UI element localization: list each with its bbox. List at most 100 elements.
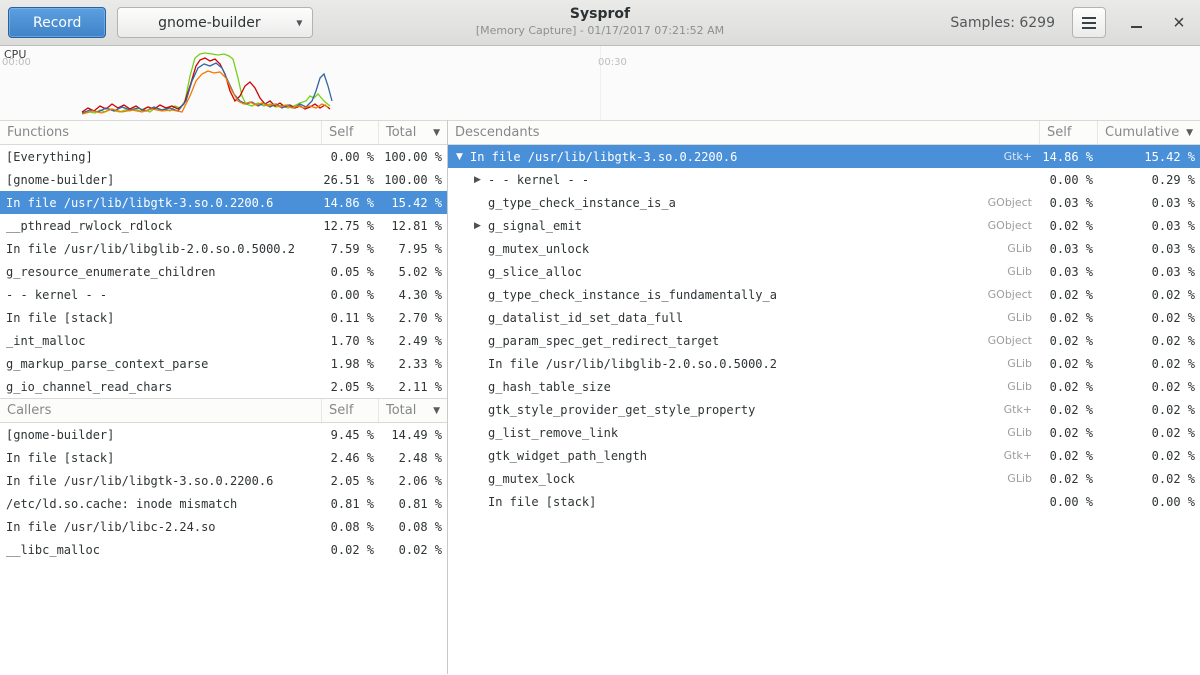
self-value: 0.02 %: [1040, 214, 1098, 237]
table-row[interactable]: In file [stack]0.00 %0.00 %: [448, 490, 1200, 513]
column-header-functions[interactable]: Functions: [0, 121, 322, 144]
table-row[interactable]: g_mutex_unlockGLib0.03 %0.03 %: [448, 237, 1200, 260]
table-row[interactable]: g_markup_parse_context_parse1.98 %2.33 %: [0, 352, 447, 375]
table-row[interactable]: g_mutex_lockGLib0.02 %0.02 %: [448, 467, 1200, 490]
descendant-name-cell: gtk_style_provider_get_style_propertyGtk…: [448, 398, 1040, 421]
self-value: 0.00 %: [322, 283, 379, 306]
self-value: 7.59 %: [322, 237, 379, 260]
self-value: 0.02 %: [322, 538, 379, 561]
column-header-cumulative[interactable]: Cumulative ▼: [1098, 121, 1200, 144]
self-value: 12.75 %: [322, 214, 379, 237]
table-row[interactable]: g_list_remove_linkGLib0.02 %0.02 %: [448, 421, 1200, 444]
descendant-name-cell: g_hash_table_size GLib: [448, 375, 1040, 398]
table-row[interactable]: g_type_check_instance_is_aGObject0.03 %0…: [448, 191, 1200, 214]
header-right-group: Samples: 6299 ×: [950, 7, 1192, 38]
table-row[interactable]: ▼In file /usr/lib/libgtk-3.so.0.2200.6Gt…: [448, 145, 1200, 168]
self-value: 0.05 %: [322, 260, 379, 283]
column-header-cumulative-label: Cumulative: [1105, 125, 1179, 140]
self-value: 26.51 %: [322, 168, 379, 191]
table-row[interactable]: g_slice_allocGLib0.03 %0.03 %: [448, 260, 1200, 283]
self-value: 2.05 %: [322, 375, 379, 398]
function-name: g_datalist_id_set_data_full: [488, 311, 683, 325]
table-row[interactable]: In file /usr/lib/libc-2.24.so0.08 %0.08 …: [0, 515, 447, 538]
total-value: 2.06 %: [379, 469, 447, 492]
table-row[interactable]: - - kernel - -0.00 %4.30 %: [0, 283, 447, 306]
cumulative-value: 0.02 %: [1098, 421, 1200, 444]
table-row[interactable]: g_datalist_id_set_data_fullGLib0.02 %0.0…: [448, 306, 1200, 329]
self-value: 0.00 %: [1040, 490, 1098, 513]
record-button[interactable]: Record: [8, 7, 106, 38]
table-row[interactable]: In file /usr/lib/libglib-2.0.so.0.5000.2…: [0, 237, 447, 260]
total-value: 2.49 %: [379, 329, 447, 352]
table-row[interactable]: __libc_malloc0.02 %0.02 %: [0, 538, 447, 561]
total-value: 0.81 %: [379, 492, 447, 515]
function-name: - - kernel - -: [0, 283, 322, 306]
table-row[interactable]: In file /usr/lib/libglib-2.0.so.0.5000.2…: [448, 352, 1200, 375]
minimize-button[interactable]: [1123, 10, 1149, 36]
cumulative-value: 0.02 %: [1098, 444, 1200, 467]
table-row[interactable]: g_resource_enumerate_children0.05 %5.02 …: [0, 260, 447, 283]
descendant-name-cell: g_type_check_instance_is_aGObject: [448, 191, 1040, 214]
collapse-icon[interactable]: ▼: [456, 152, 470, 162]
descendant-name-cell: g_datalist_id_set_data_fullGLib: [448, 306, 1040, 329]
column-header-total-label: Total: [386, 403, 416, 418]
table-row[interactable]: In file [stack]0.11 %2.70 %: [0, 306, 447, 329]
descendant-name-cell: In file /usr/lib/libglib-2.0.so.0.5000.2…: [448, 352, 1040, 375]
expand-icon[interactable]: ▶: [474, 221, 488, 231]
category-label: Gtk+: [1004, 150, 1040, 163]
cpu-graph[interactable]: CPU 00:00 00:30: [0, 46, 1200, 120]
table-row[interactable]: In file [stack]2.46 %2.48 %: [0, 446, 447, 469]
table-row[interactable]: g_param_spec_get_redirect_targetGObject0…: [448, 329, 1200, 352]
table-row[interactable]: /etc/ld.so.cache: inode mismatch0.81 %0.…: [0, 492, 447, 515]
self-value: 14.86 %: [1040, 145, 1098, 168]
column-header-callers[interactable]: Callers: [0, 399, 322, 422]
table-row[interactable]: g_type_check_instance_is_fundamentally_a…: [448, 283, 1200, 306]
column-header-self[interactable]: Self: [322, 399, 379, 422]
table-row[interactable]: [Everything]0.00 %100.00 %: [0, 145, 447, 168]
descendant-name-cell: g_type_check_instance_is_fundamentally_a…: [448, 283, 1040, 306]
category-label: Gtk+: [1004, 403, 1040, 416]
table-row[interactable]: In file /usr/lib/libgtk-3.so.0.2200.614.…: [0, 191, 447, 214]
category-label: GLib: [1007, 380, 1040, 393]
function-name: g_hash_table_size: [488, 380, 611, 394]
main-panes: Functions Self Total ▼ [Everything]0.00 …: [0, 120, 1200, 674]
table-row[interactable]: gtk_style_provider_get_style_propertyGtk…: [448, 398, 1200, 421]
table-row[interactable]: In file /usr/lib/libgtk-3.so.0.2200.62.0…: [0, 469, 447, 492]
table-row[interactable]: g_io_channel_read_chars2.05 %2.11 %: [0, 375, 447, 398]
function-name: _int_malloc: [0, 329, 322, 352]
self-value: 0.02 %: [1040, 375, 1098, 398]
cumulative-value: 0.03 %: [1098, 214, 1200, 237]
descendant-name-cell: g_list_remove_linkGLib: [448, 421, 1040, 444]
function-name: /etc/ld.so.cache: inode mismatch: [0, 492, 322, 515]
function-name: g_resource_enumerate_children: [0, 260, 322, 283]
column-header-self[interactable]: Self: [322, 121, 379, 144]
table-row[interactable]: _int_malloc1.70 %2.49 %: [0, 329, 447, 352]
column-header-self[interactable]: Self: [1040, 121, 1098, 144]
function-name: In file /usr/lib/libgtk-3.so.0.2200.6: [0, 191, 322, 214]
table-row[interactable]: g_hash_table_sizeGLib0.02 %0.02 %: [448, 375, 1200, 398]
table-row[interactable]: ▶- - kernel - -0.00 %0.29 %: [448, 168, 1200, 191]
column-header-descendants[interactable]: Descendants: [448, 121, 1040, 144]
category-label: GLib: [1007, 426, 1040, 439]
total-value: 2.33 %: [379, 352, 447, 375]
cumulative-value: 0.02 %: [1098, 352, 1200, 375]
self-value: 0.03 %: [1040, 237, 1098, 260]
table-row[interactable]: [gnome-builder]9.45 %14.49 %: [0, 423, 447, 446]
table-row[interactable]: ▶g_signal_emitGObject0.02 %0.03 %: [448, 214, 1200, 237]
expand-icon[interactable]: ▶: [474, 175, 488, 185]
sort-descending-icon: ▼: [433, 128, 440, 138]
menu-button[interactable]: [1072, 7, 1106, 38]
self-value: 0.11 %: [322, 306, 379, 329]
table-row[interactable]: gtk_widget_path_lengthGtk+0.02 %0.02 %: [448, 444, 1200, 467]
column-header-total[interactable]: Total ▼: [379, 121, 447, 144]
descendant-name-cell: In file [stack]: [448, 490, 1040, 513]
table-row[interactable]: [gnome-builder]26.51 %100.00 %: [0, 168, 447, 191]
column-header-total[interactable]: Total ▼: [379, 399, 447, 422]
self-value: 0.02 %: [1040, 306, 1098, 329]
app-title: Sysprof: [476, 6, 724, 22]
category-label: GObject: [988, 219, 1040, 232]
table-row[interactable]: __pthread_rwlock_rdlock12.75 %12.81 %: [0, 214, 447, 237]
process-selector[interactable]: gnome-builder ▾: [117, 7, 313, 38]
total-value: 15.42 %: [379, 191, 447, 214]
close-button[interactable]: ×: [1166, 10, 1192, 36]
